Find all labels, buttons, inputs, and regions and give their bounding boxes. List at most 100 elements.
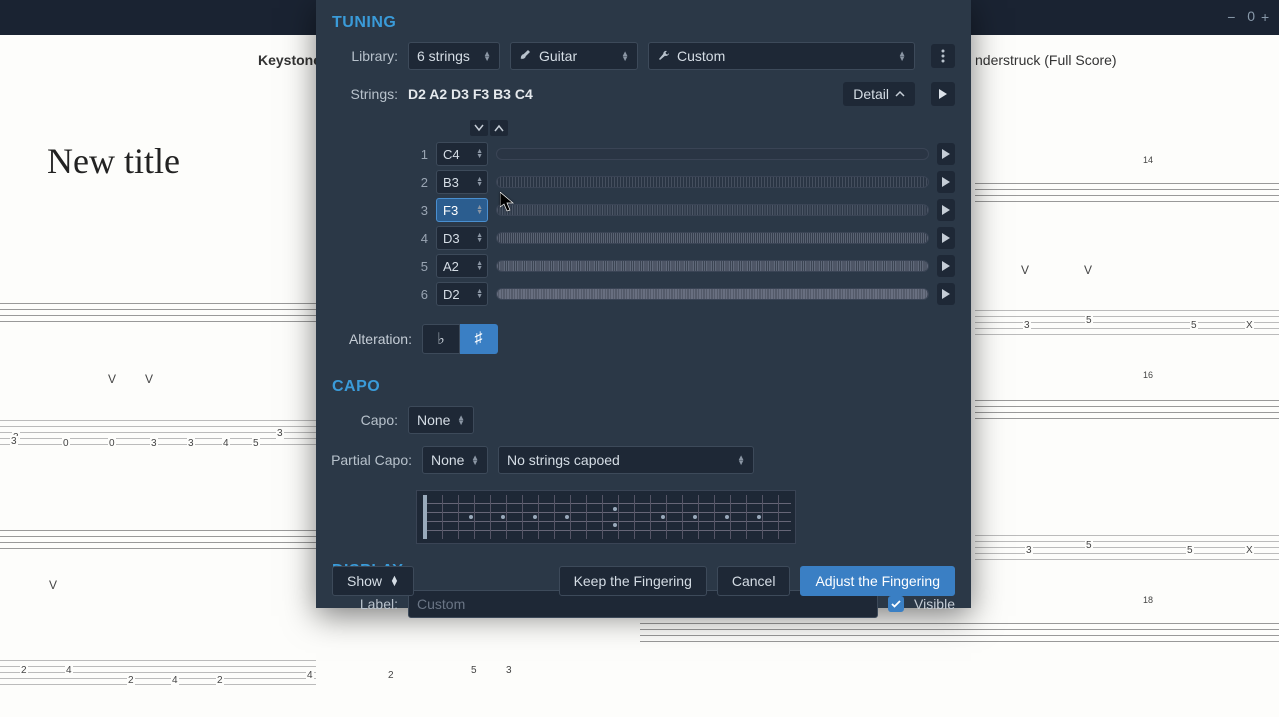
library-row: Library: 6 strings ▲▼ Guitar ▲▼ Custom ▲…: [316, 38, 971, 78]
updown-icon: ▲▼: [476, 149, 483, 159]
show-label: Show: [347, 573, 382, 589]
transpose-down-button[interactable]: [470, 120, 488, 136]
string-note-combo[interactable]: A2▲▼: [436, 254, 488, 278]
play-string-button[interactable]: [937, 283, 955, 305]
play-icon: [942, 205, 950, 215]
kebab-icon: [941, 49, 945, 63]
tab-number: 2: [387, 670, 395, 681]
string-note-combo[interactable]: F3▲▼: [436, 198, 488, 222]
play-all-button[interactable]: [931, 82, 955, 106]
library-label: Library:: [332, 48, 398, 64]
updown-icon: ▲▼: [476, 205, 483, 215]
staff: [975, 183, 1279, 207]
string-note-combo[interactable]: D3▲▼: [436, 226, 488, 250]
strings-row: Strings: D2 A2 D3 F3 B3 C4 Detail: [316, 78, 971, 114]
tuning-dialog: TUNING Library: 6 strings ▲▼ Guitar ▲▼ C…: [316, 0, 971, 608]
capo-combo[interactable]: None ▲▼: [408, 406, 474, 434]
string-row: 4 D3▲▼: [416, 224, 955, 252]
play-string-button[interactable]: [937, 227, 955, 249]
play-string-button[interactable]: [937, 255, 955, 277]
play-string-button[interactable]: [937, 143, 955, 165]
plus-icon[interactable]: +: [1261, 9, 1275, 23]
tab-number: 5: [1190, 320, 1198, 331]
menu-button[interactable]: [931, 44, 955, 68]
strings-summary: D2 A2 D3 F3 B3 C4: [408, 86, 533, 102]
transpose-up-button[interactable]: [490, 120, 508, 136]
preset-combo[interactable]: Custom ▲▼: [648, 42, 915, 70]
string-note-value: B3: [443, 175, 459, 190]
updown-icon: ▲▼: [471, 455, 479, 465]
tab-number: 3: [150, 438, 158, 449]
instrument-combo[interactable]: Guitar ▲▼: [510, 42, 638, 70]
string-number: 2: [416, 175, 428, 190]
string-number: 4: [416, 231, 428, 246]
minus-icon[interactable]: −: [1227, 9, 1241, 23]
partial-capo-strings-combo[interactable]: No strings capoed ▲▼: [498, 446, 754, 474]
staff: [640, 623, 1279, 647]
play-string-button[interactable]: [937, 199, 955, 221]
tab-number: 5: [1085, 540, 1093, 551]
string-number: 5: [416, 259, 428, 274]
score-title: New title: [47, 140, 180, 182]
fretboard-diagram[interactable]: [416, 490, 796, 544]
wrench-icon: [657, 49, 671, 63]
adjust-fingering-button[interactable]: Adjust the Fingering: [800, 566, 955, 596]
updown-icon: ▲▼: [476, 289, 483, 299]
string-note-combo[interactable]: D2▲▼: [436, 282, 488, 306]
tab-title-right: nderstruck (Full Score): [975, 52, 1117, 68]
flat-button[interactable]: ♭: [422, 324, 460, 354]
string-row: 3F3▲▼: [416, 196, 955, 224]
tab-number: 0: [108, 438, 116, 449]
stroke-mark: V: [1020, 263, 1030, 277]
tab-title-left: Keystone: [258, 52, 321, 68]
play-icon: [942, 289, 950, 299]
tab-x-mark: X: [1245, 545, 1254, 556]
stroke-mark: V: [144, 372, 154, 386]
tab-number: 5: [1186, 545, 1194, 556]
play-string-button[interactable]: [937, 171, 955, 193]
string-row: 6 D2▲▼: [416, 280, 955, 308]
detail-label: Detail: [853, 86, 889, 102]
string-gauge-track: [496, 232, 929, 244]
partial-capo-combo[interactable]: None ▲▼: [422, 446, 488, 474]
tab-number: 0: [62, 438, 70, 449]
guitar-icon: [519, 49, 533, 63]
tab-x-mark: X: [1245, 320, 1254, 331]
chevron-down-icon: [474, 124, 484, 132]
play-icon: [942, 149, 950, 159]
play-icon: [942, 261, 950, 271]
string-note-combo[interactable]: B3▲▼: [436, 170, 488, 194]
tab-number: 5: [1085, 315, 1093, 326]
topbar-stepper[interactable]: − 0 +: [1227, 8, 1275, 24]
capo-heading: CAPO: [316, 364, 971, 402]
sharp-button[interactable]: ♯: [460, 324, 498, 354]
detail-toggle[interactable]: Detail: [843, 82, 915, 106]
dialog-footer: Show ▲▼ Keep the Fingering Cancel Adjust…: [316, 554, 971, 608]
string-row: 1C4▲▼: [416, 140, 955, 168]
cancel-button[interactable]: Cancel: [717, 566, 791, 596]
string-row: 5 A2▲▼: [416, 252, 955, 280]
updown-icon: ▲▼: [476, 233, 483, 243]
partial-capo-row: Partial Capo: None ▲▼ No strings capoed …: [316, 442, 971, 482]
string-number: 6: [416, 287, 428, 302]
staff: [975, 400, 1279, 424]
updown-icon: ▲▼: [457, 415, 465, 425]
string-note-combo[interactable]: C4▲▼: [436, 142, 488, 166]
tab-staff: [0, 660, 316, 690]
tab-number: 3: [505, 665, 513, 676]
strings-label: Strings:: [332, 86, 398, 102]
strings-count-combo[interactable]: 6 strings ▲▼: [408, 42, 500, 70]
string-gauge-track: [496, 148, 929, 160]
stroke-mark: V: [48, 578, 58, 592]
keep-fingering-button[interactable]: Keep the Fingering: [559, 566, 707, 596]
alteration-label: Alteration:: [332, 331, 412, 347]
show-button[interactable]: Show ▲▼: [332, 566, 414, 596]
string-gauge-track: [496, 176, 929, 188]
capo-label: Capo:: [332, 412, 398, 428]
strings-count-value: 6 strings: [417, 48, 470, 64]
staff: [0, 530, 316, 554]
stroke-mark: V: [107, 372, 117, 386]
tab-number: 3: [10, 436, 18, 447]
string-gauge-track: [496, 204, 929, 216]
capo-value: None: [417, 412, 450, 428]
